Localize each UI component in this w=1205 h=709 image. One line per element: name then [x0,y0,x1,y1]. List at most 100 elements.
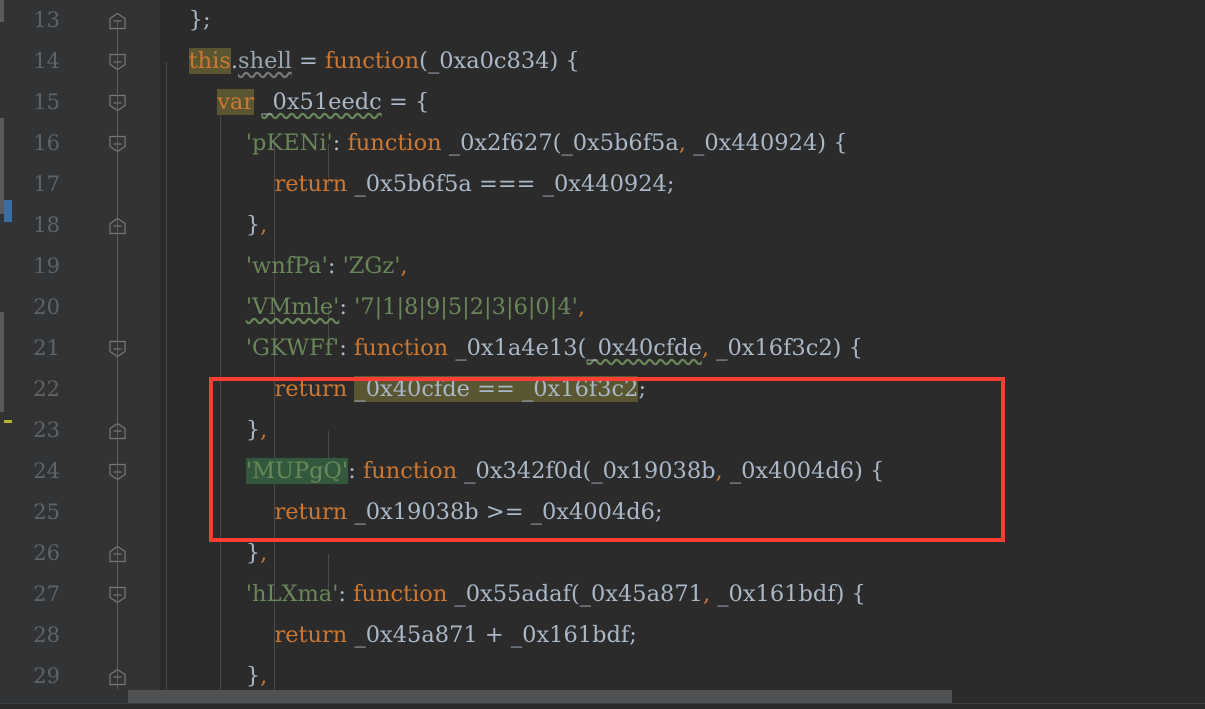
code-token: return [274,171,348,197]
code-line[interactable]: 'hLXma': function _0x55adaf(_0x45a871, _… [160,574,866,615]
marker-strip-thumb[interactable] [0,0,4,22]
code-token: === [471,171,543,197]
code-token: = [291,48,325,74]
code-token: 'MUPgQ' [245,458,349,484]
code-token: _0x440924 [542,171,667,197]
gutter-row: 21 [12,328,160,369]
gutter-row: 18 [12,205,160,246]
code-line[interactable]: var _0x51eedc = { [160,82,429,123]
code-token: ( [582,458,592,484]
line-number: 25 [33,500,60,524]
code-line[interactable]: 'pKENi': function _0x2f627(_0x5b6f5a, _0… [160,123,848,164]
editor-marker-strip[interactable] [0,0,12,709]
line-number: 14 [33,49,60,73]
code-token: , [678,130,686,156]
code-token: ) { [854,458,885,484]
code-token: ) { [832,335,863,361]
code-line[interactable]: return _0x45a871 + _0x161bdf; [160,615,637,656]
code-line[interactable]: 'wnfPa': 'ZGz', [160,246,408,287]
code-token: _0x1a4e13 [455,335,578,361]
code-token: , [400,253,408,279]
horizontal-scrollbar[interactable] [12,690,1205,703]
code-line[interactable]: return _0x19038b >= _0x4004d6; [160,492,662,533]
fold-connector-line [117,574,118,615]
gutter-row: 27 [12,574,160,615]
code-line[interactable]: this.shell = function(_0xa0c834) { [160,41,580,82]
editor-gutter[interactable]: 131415161718192021222324252627282930 [12,0,160,709]
fold-connector-line [117,369,118,410]
code-token: _0x342f0d [464,458,583,484]
code-token: _0x16f3c2 [716,335,833,361]
code-token: + [477,622,511,648]
code-line[interactable]: }; [160,0,211,41]
code-token: _0x45a871 [579,581,703,607]
fold-connector-line [117,123,118,164]
editor-code-area[interactable]: }; this.shell = function(_0xa0c834) { va… [160,0,1205,709]
code-token: 'pKENi' [245,130,333,156]
code-token: } [188,7,203,33]
code-token: _0x45a871 [354,622,478,648]
code-line[interactable]: return _0x40cfde == _0x16f3c2; [160,369,646,410]
code-token: _0x5b6f5a [354,171,472,197]
code-line[interactable]: 'MUPgQ': function _0x342f0d(_0x19038b, _… [160,451,884,492]
marker-strip-thumb[interactable] [0,312,4,412]
gutter-row: 25 [12,492,160,533]
code-line[interactable]: }, [160,533,267,574]
code-token: = { [381,89,430,115]
code-token: '7|1|8|9|5|2|3|6|0|4' [354,294,578,320]
code-token: , [260,540,268,566]
gutter-row: 13 [12,0,160,41]
fold-connector-line [117,656,118,689]
gutter-row: 19 [12,246,160,287]
code-token: return [274,376,348,402]
code-line[interactable]: return _0x5b6f5a === _0x440924; [160,164,674,205]
code-line[interactable]: }, [160,205,267,246]
fold-connector-line [117,164,118,205]
gutter-row: 28 [12,615,160,656]
code-line[interactable]: }, [160,410,267,451]
line-number: 22 [33,377,60,401]
code-token: ; [666,171,675,197]
gutter-row: 14 [12,41,160,82]
code-token: , [701,335,710,361]
gutter-row: 22 [12,369,160,410]
code-token: } [245,663,261,689]
editor-bottom-edge [0,703,1205,709]
code-token: return [274,622,348,648]
code-token: } [245,212,261,238]
line-number: 23 [33,418,60,442]
code-token: 'wnfPa' [245,253,328,279]
code-token: _0x51eedc [261,89,382,115]
code-token: function [353,581,448,607]
code-line[interactable]: 'VMmle': '7|1|8|9|5|2|3|6|0|4', [160,287,585,328]
horizontal-scrollbar-thumb[interactable] [128,690,952,703]
marker-strip-tick-warning[interactable] [4,420,12,423]
line-number: 16 [33,131,60,155]
line-number: 15 [33,90,60,114]
line-number: 27 [33,582,60,606]
code-token: : [327,253,343,279]
gutter-row: 16 [12,123,160,164]
code-token: this [188,48,231,74]
marker-strip-tick-selection[interactable] [4,200,12,222]
fold-connector-line [117,246,118,287]
code-token: _0x55adaf [454,581,571,607]
code-token: } [245,417,261,443]
code-token: ; [629,622,637,648]
code-line[interactable]: 'GKWFf': function _0x1a4e13(_0x40cfde, _… [160,328,863,369]
code-token: _0x2f627 [448,130,553,156]
code-token: ) { [835,581,866,607]
code-token: : [332,130,348,156]
code-token: , [260,417,268,443]
line-number: 13 [33,8,60,32]
code-token: _0x161bdf [717,581,836,607]
fold-connector-line [117,205,118,246]
